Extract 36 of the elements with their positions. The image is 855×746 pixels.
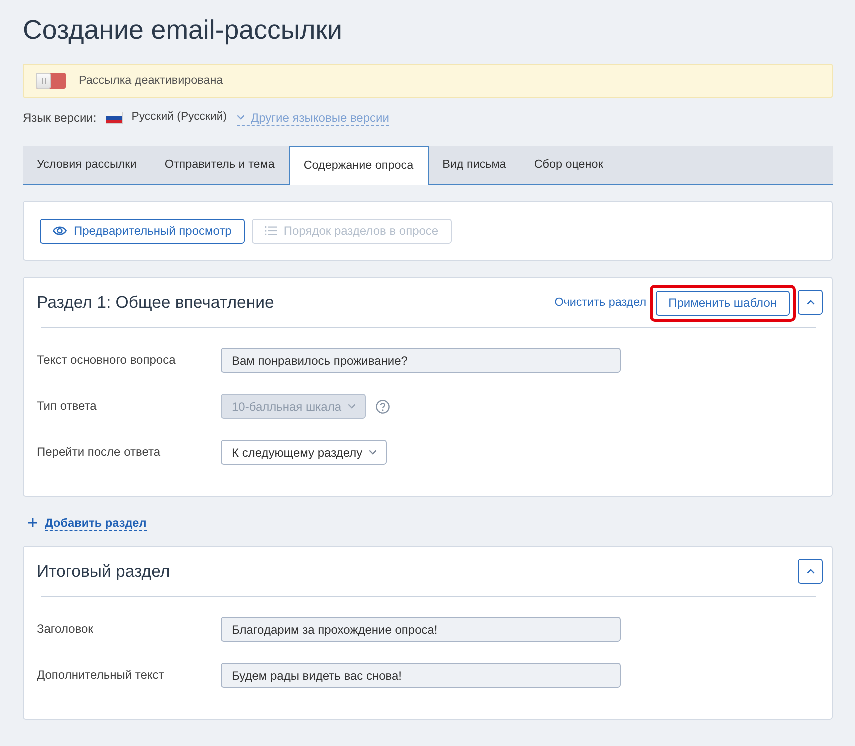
collapse-button[interactable] [798, 290, 823, 315]
input-field[interactable]: Вам понравилось проживание? [221, 348, 621, 373]
eye-icon [53, 226, 67, 236]
field-label: Перейти после ответа [37, 444, 162, 460]
field-label: Тип ответа [37, 398, 98, 414]
flag-icon [106, 112, 123, 124]
input-field[interactable]: Будем рады видеть вас снова! [221, 663, 621, 688]
chevron-up-icon [806, 569, 814, 574]
plus-icon [28, 518, 38, 528]
tab[interactable]: Условия рассылки [23, 146, 151, 184]
tab[interactable]: Сбор оценок [520, 146, 618, 184]
field-label: Дополнительный текст [37, 667, 166, 683]
section-title: Итоговый раздел [37, 561, 170, 583]
tab[interactable]: Содержание опроса [288, 146, 429, 185]
chevron-down-icon [368, 450, 377, 455]
language-label: Язык версии: [23, 110, 97, 127]
preview-button[interactable]: Предварительный просмотр [40, 218, 245, 244]
field-label: Заголовок [37, 621, 94, 637]
collapse-button[interactable] [798, 559, 823, 584]
status-text: Рассылка деактивирована [79, 73, 224, 90]
page-title: Создание email-рассылки [23, 14, 344, 47]
clear-section-link[interactable]: Очистить раздел [554, 294, 647, 312]
tab[interactable]: Вид письма [428, 146, 520, 184]
dropdown[interactable]: К следующему разделу [221, 440, 387, 465]
toggle-switch[interactable] [36, 73, 66, 89]
tab[interactable]: Отправитель и тема [150, 146, 289, 184]
chevron-down-icon [237, 115, 245, 120]
chevron-up-icon [806, 300, 814, 305]
current-language: Русский (Русский) [132, 110, 227, 126]
chevron-down-icon [348, 404, 356, 409]
section-title: Раздел 1: Общее впечатление [37, 292, 274, 314]
field-label: Текст основного вопроса [37, 352, 177, 368]
list-icon [264, 226, 277, 236]
apply-template-button[interactable]: Применить шаблон [656, 290, 790, 316]
input-field[interactable]: Благодарим за прохождение опроса! [221, 617, 621, 642]
add-section-link[interactable]: Добавить раздел [45, 516, 147, 530]
